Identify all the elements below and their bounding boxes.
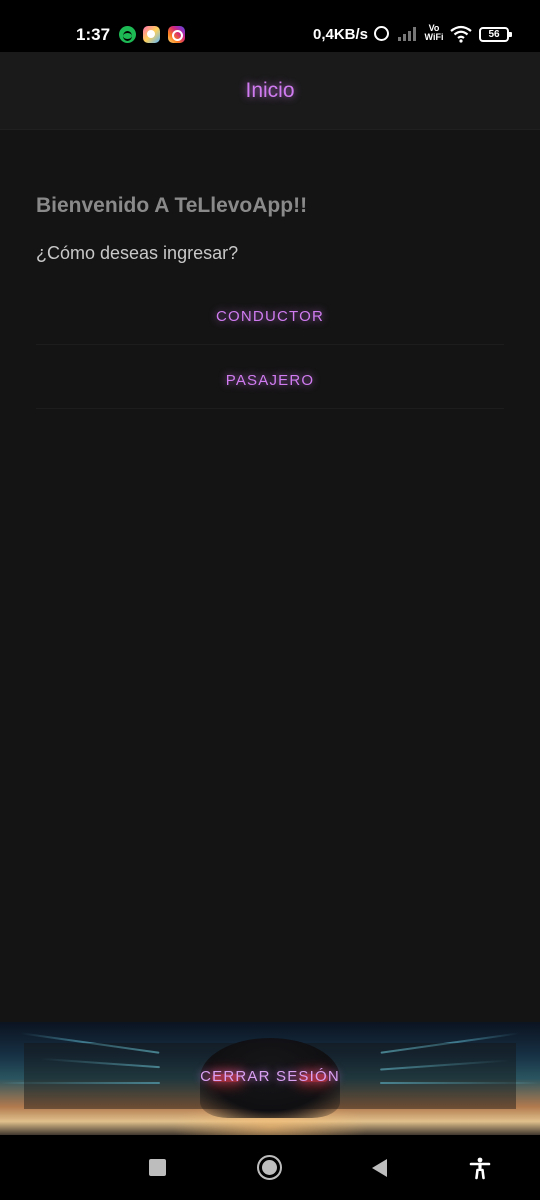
conductor-button[interactable]: CONDUCTOR: [36, 289, 504, 345]
volte-icon: Vo WiFi: [424, 23, 444, 42]
status-time: 1:37: [76, 25, 111, 44]
alarm-icon: [374, 26, 389, 41]
app-header: Inicio: [0, 52, 540, 130]
back-icon[interactable]: [372, 1159, 387, 1177]
wifi-icon: [450, 25, 472, 43]
battery-icon: 56: [479, 27, 512, 42]
welcome-heading: Bienvenido A TeLlevoApp!!: [36, 194, 308, 217]
system-nav-bar: [0, 1135, 540, 1200]
spotify-icon: [119, 26, 136, 43]
signal-icon: [398, 26, 417, 41]
lens-icon: [143, 26, 160, 43]
recents-icon[interactable]: [149, 1159, 166, 1176]
accessibility-icon[interactable]: [468, 1156, 492, 1180]
home-icon[interactable]: [257, 1155, 282, 1180]
login-question: ¿Cómo deseas ingresar?: [36, 243, 239, 263]
page-title: Inicio: [245, 78, 295, 102]
pasajero-button[interactable]: PASAJERO: [36, 353, 504, 409]
status-bar: 1:37 0,4KB/s Vo WiFi 56: [0, 0, 540, 52]
logout-button[interactable]: CERRAR SESIÓN: [24, 1043, 516, 1109]
instagram-icon: [168, 26, 185, 43]
network-speed: 0,4KB/s: [313, 26, 369, 43]
